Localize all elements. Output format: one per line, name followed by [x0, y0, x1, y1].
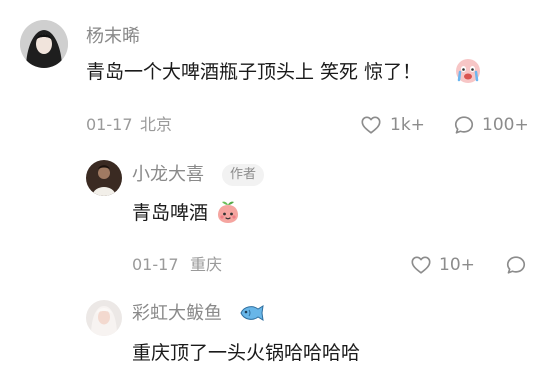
peach-face-emoji	[215, 199, 241, 225]
author-badge: 作者	[222, 164, 265, 186]
reply-button[interactable]	[505, 253, 531, 277]
comment-username[interactable]: 杨末晞	[86, 25, 140, 49]
heart-icon	[411, 256, 431, 274]
comment-location: 北京	[140, 115, 173, 134]
reply-count: 100+	[482, 115, 529, 135]
like-button[interactable]: 10+	[410, 253, 480, 277]
crying-face-emoji	[455, 58, 481, 84]
comment-username[interactable]: 彩虹大鲅鱼	[132, 302, 222, 326]
comment-text: 青岛一个大啤酒瓶子顶头上 笑死 惊了！	[86, 61, 422, 83]
reply-button[interactable]: 100+	[453, 113, 533, 137]
comment-location: 重庆	[190, 255, 223, 274]
comment-text: 重庆顶了一头火锅哈哈哈哈	[132, 342, 361, 364]
avatar[interactable]	[20, 20, 68, 68]
like-count: 1k+	[390, 115, 425, 135]
comment-username[interactable]: 小龙大喜	[132, 163, 204, 187]
comment-date: 01-17	[132, 255, 179, 274]
like-count: 10+	[439, 255, 475, 275]
fish-emoji	[238, 302, 266, 324]
comment-date: 01-17	[86, 115, 133, 134]
comment-text: 青岛啤酒	[132, 202, 209, 224]
avatar[interactable]	[86, 300, 122, 336]
comment-bubble-icon	[506, 256, 526, 274]
comment-bubble-icon	[454, 116, 474, 134]
avatar[interactable]	[86, 160, 122, 196]
heart-icon	[361, 116, 381, 134]
like-button[interactable]: 1k+	[360, 113, 430, 137]
